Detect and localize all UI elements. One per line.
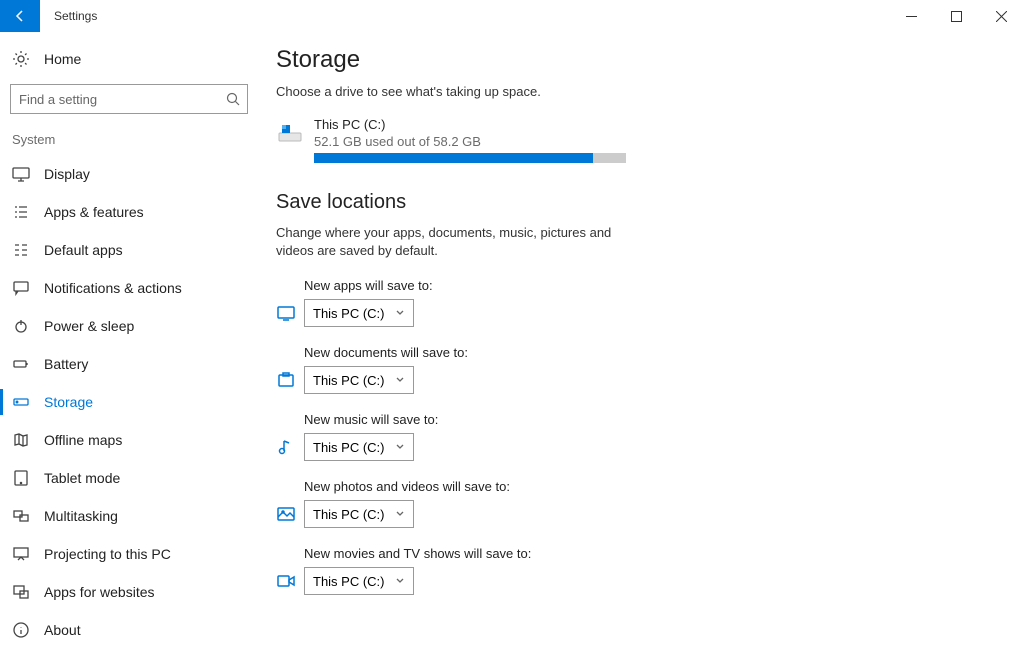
- usage-bar: [314, 153, 626, 163]
- apps-icon: [276, 303, 296, 323]
- sidebar-item-label: Projecting to this PC: [44, 546, 171, 562]
- maximize-button[interactable]: [934, 0, 979, 32]
- sidebar-item-label: Tablet mode: [44, 470, 120, 486]
- sidebar-item-label: Apps for websites: [44, 584, 155, 600]
- save-row-photos: New photos and videos will save to: This…: [276, 479, 994, 528]
- home-button[interactable]: Home: [0, 44, 258, 74]
- page-subtext: Choose a drive to see what's taking up s…: [276, 84, 994, 99]
- save-label: New apps will save to:: [304, 278, 994, 293]
- sidebar-item-label: About: [44, 622, 81, 638]
- sidebar-item-offline-maps[interactable]: Offline maps: [0, 421, 258, 459]
- sidebar-item-label: Default apps: [44, 242, 123, 258]
- sidebar-item-apps-websites[interactable]: Apps for websites: [0, 573, 258, 611]
- music-location-dropdown[interactable]: This PC (C:): [304, 433, 414, 461]
- chat-icon: [12, 279, 30, 297]
- sidebar-item-label: Offline maps: [44, 432, 122, 448]
- chevron-down-icon: [395, 440, 405, 455]
- arrow-left-icon: [13, 9, 27, 23]
- drive-used-text: 52.1 GB used out of 58.2 GB: [314, 134, 626, 149]
- multitask-icon: [12, 507, 30, 525]
- storage-icon: [12, 393, 30, 411]
- movies-location-dropdown[interactable]: This PC (C:): [304, 567, 414, 595]
- video-icon: [276, 571, 296, 591]
- nav-list: Display Apps & features Default apps Not…: [0, 155, 258, 649]
- list-icon: [12, 203, 30, 221]
- map-icon: [12, 431, 30, 449]
- apps-web-icon: [12, 583, 30, 601]
- search-icon: [226, 92, 240, 109]
- dropdown-value: This PC (C:): [313, 373, 385, 388]
- back-button[interactable]: [0, 0, 40, 32]
- window-controls: [889, 0, 1024, 32]
- page-title: Storage: [276, 46, 994, 74]
- music-icon: [276, 437, 296, 457]
- sidebar-item-label: Multitasking: [44, 508, 118, 524]
- chevron-down-icon: [395, 306, 405, 321]
- save-label: New music will save to:: [304, 412, 994, 427]
- group-label: System: [0, 114, 258, 155]
- sidebar-item-label: Display: [44, 166, 90, 182]
- chevron-down-icon: [395, 373, 405, 388]
- sidebar-item-multitasking[interactable]: Multitasking: [0, 497, 258, 535]
- project-icon: [12, 545, 30, 563]
- battery-icon: [12, 355, 30, 373]
- sidebar-item-apps-features[interactable]: Apps & features: [0, 193, 258, 231]
- save-row-movies: New movies and TV shows will save to: Th…: [276, 546, 994, 595]
- sidebar-item-display[interactable]: Display: [0, 155, 258, 193]
- sidebar-item-label: Storage: [44, 394, 93, 410]
- defaults-icon: [12, 241, 30, 259]
- sidebar-item-projecting[interactable]: Projecting to this PC: [0, 535, 258, 573]
- minimize-button[interactable]: [889, 0, 934, 32]
- documents-location-dropdown[interactable]: This PC (C:): [304, 366, 414, 394]
- pictures-icon: [276, 504, 296, 524]
- sidebar-item-default-apps[interactable]: Default apps: [0, 231, 258, 269]
- sidebar-item-label: Battery: [44, 356, 88, 372]
- sidebar-item-about[interactable]: About: [0, 611, 258, 649]
- info-icon: [12, 621, 30, 639]
- titlebar: Settings: [0, 0, 1024, 32]
- sidebar-item-label: Notifications & actions: [44, 280, 182, 296]
- close-button[interactable]: [979, 0, 1024, 32]
- save-locations-desc: Change where your apps, documents, music…: [276, 224, 636, 260]
- sidebar-item-power-sleep[interactable]: Power & sleep: [0, 307, 258, 345]
- usage-bar-fill: [314, 153, 593, 163]
- power-icon: [12, 317, 30, 335]
- save-label: New movies and TV shows will save to:: [304, 546, 994, 561]
- tablet-icon: [12, 469, 30, 487]
- sidebar-item-notifications[interactable]: Notifications & actions: [0, 269, 258, 307]
- documents-icon: [276, 370, 296, 390]
- drive-icon: [276, 119, 304, 147]
- dropdown-value: This PC (C:): [313, 574, 385, 589]
- save-row-apps: New apps will save to: This PC (C:): [276, 278, 994, 327]
- save-label: New documents will save to:: [304, 345, 994, 360]
- sidebar-item-label: Apps & features: [44, 204, 144, 220]
- dropdown-value: This PC (C:): [313, 440, 385, 455]
- drive-name: This PC (C:): [314, 117, 626, 132]
- sidebar-item-label: Power & sleep: [44, 318, 134, 334]
- home-label: Home: [44, 51, 81, 67]
- drive-row[interactable]: This PC (C:) 52.1 GB used out of 58.2 GB: [276, 117, 994, 163]
- sidebar-item-tablet-mode[interactable]: Tablet mode: [0, 459, 258, 497]
- sidebar: Home System Display Apps & features Defa…: [0, 32, 258, 640]
- save-label: New photos and videos will save to:: [304, 479, 994, 494]
- chevron-down-icon: [395, 574, 405, 589]
- search-wrap: [0, 74, 258, 114]
- save-locations-heading: Save locations: [276, 191, 994, 214]
- chevron-down-icon: [395, 507, 405, 522]
- search-input[interactable]: [10, 84, 248, 114]
- dropdown-value: This PC (C:): [313, 306, 385, 321]
- apps-location-dropdown[interactable]: This PC (C:): [304, 299, 414, 327]
- sidebar-item-battery[interactable]: Battery: [0, 345, 258, 383]
- main-panel: Storage Choose a drive to see what's tak…: [258, 32, 1024, 640]
- photos-location-dropdown[interactable]: This PC (C:): [304, 500, 414, 528]
- monitor-icon: [12, 165, 30, 183]
- gear-icon: [12, 50, 30, 68]
- drive-info: This PC (C:) 52.1 GB used out of 58.2 GB: [314, 117, 626, 163]
- save-row-documents: New documents will save to: This PC (C:): [276, 345, 994, 394]
- window-title: Settings: [54, 9, 97, 23]
- sidebar-item-storage[interactable]: Storage: [0, 383, 258, 421]
- dropdown-value: This PC (C:): [313, 507, 385, 522]
- save-row-music: New music will save to: This PC (C:): [276, 412, 994, 461]
